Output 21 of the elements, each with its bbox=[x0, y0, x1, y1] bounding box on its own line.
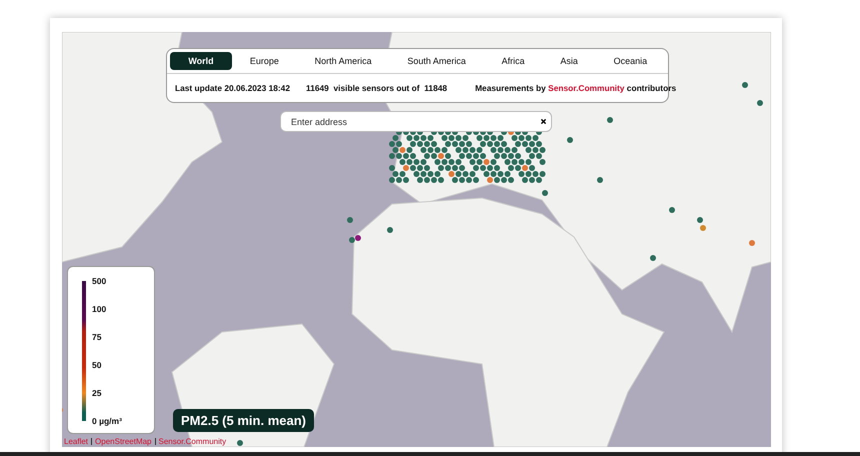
measure-label: PM2.5 (5 min. mean) bbox=[173, 409, 314, 432]
region-tab[interactable]: North America bbox=[296, 52, 390, 70]
legend-tick-label: 100 bbox=[91, 305, 108, 313]
sensor-count-text: 11649 visible sensors out of 11848 bbox=[306, 83, 448, 93]
region-tab[interactable]: South America bbox=[390, 52, 484, 70]
legend-tick-label: 0 µg/m³ bbox=[91, 417, 122, 425]
close-icon[interactable] bbox=[540, 118, 547, 125]
legend-tick-label: 50 bbox=[91, 361, 102, 369]
region-tab[interactable]: Africa bbox=[484, 52, 542, 70]
region-tab[interactable]: World bbox=[170, 52, 232, 70]
legend-tick-label: 25 bbox=[91, 389, 102, 397]
address-search-field[interactable]: Enter address bbox=[280, 111, 552, 132]
legend-tick-label: 500 bbox=[91, 277, 108, 285]
credit-link[interactable]: Sensor.Community bbox=[548, 83, 624, 93]
measurements-credit: Measurements by Sensor.Community contributors bbox=[475, 83, 676, 93]
legend-tick-label: 75 bbox=[91, 333, 102, 341]
region-tab[interactable]: Oceania bbox=[596, 52, 665, 70]
region-tab[interactable]: Europe bbox=[232, 52, 297, 70]
region-tab[interactable]: Asia bbox=[542, 52, 596, 70]
attribution-link[interactable]: Sensor.Community bbox=[158, 437, 226, 446]
last-update-text: Last update 20.06.2023 18:42 bbox=[175, 83, 290, 93]
